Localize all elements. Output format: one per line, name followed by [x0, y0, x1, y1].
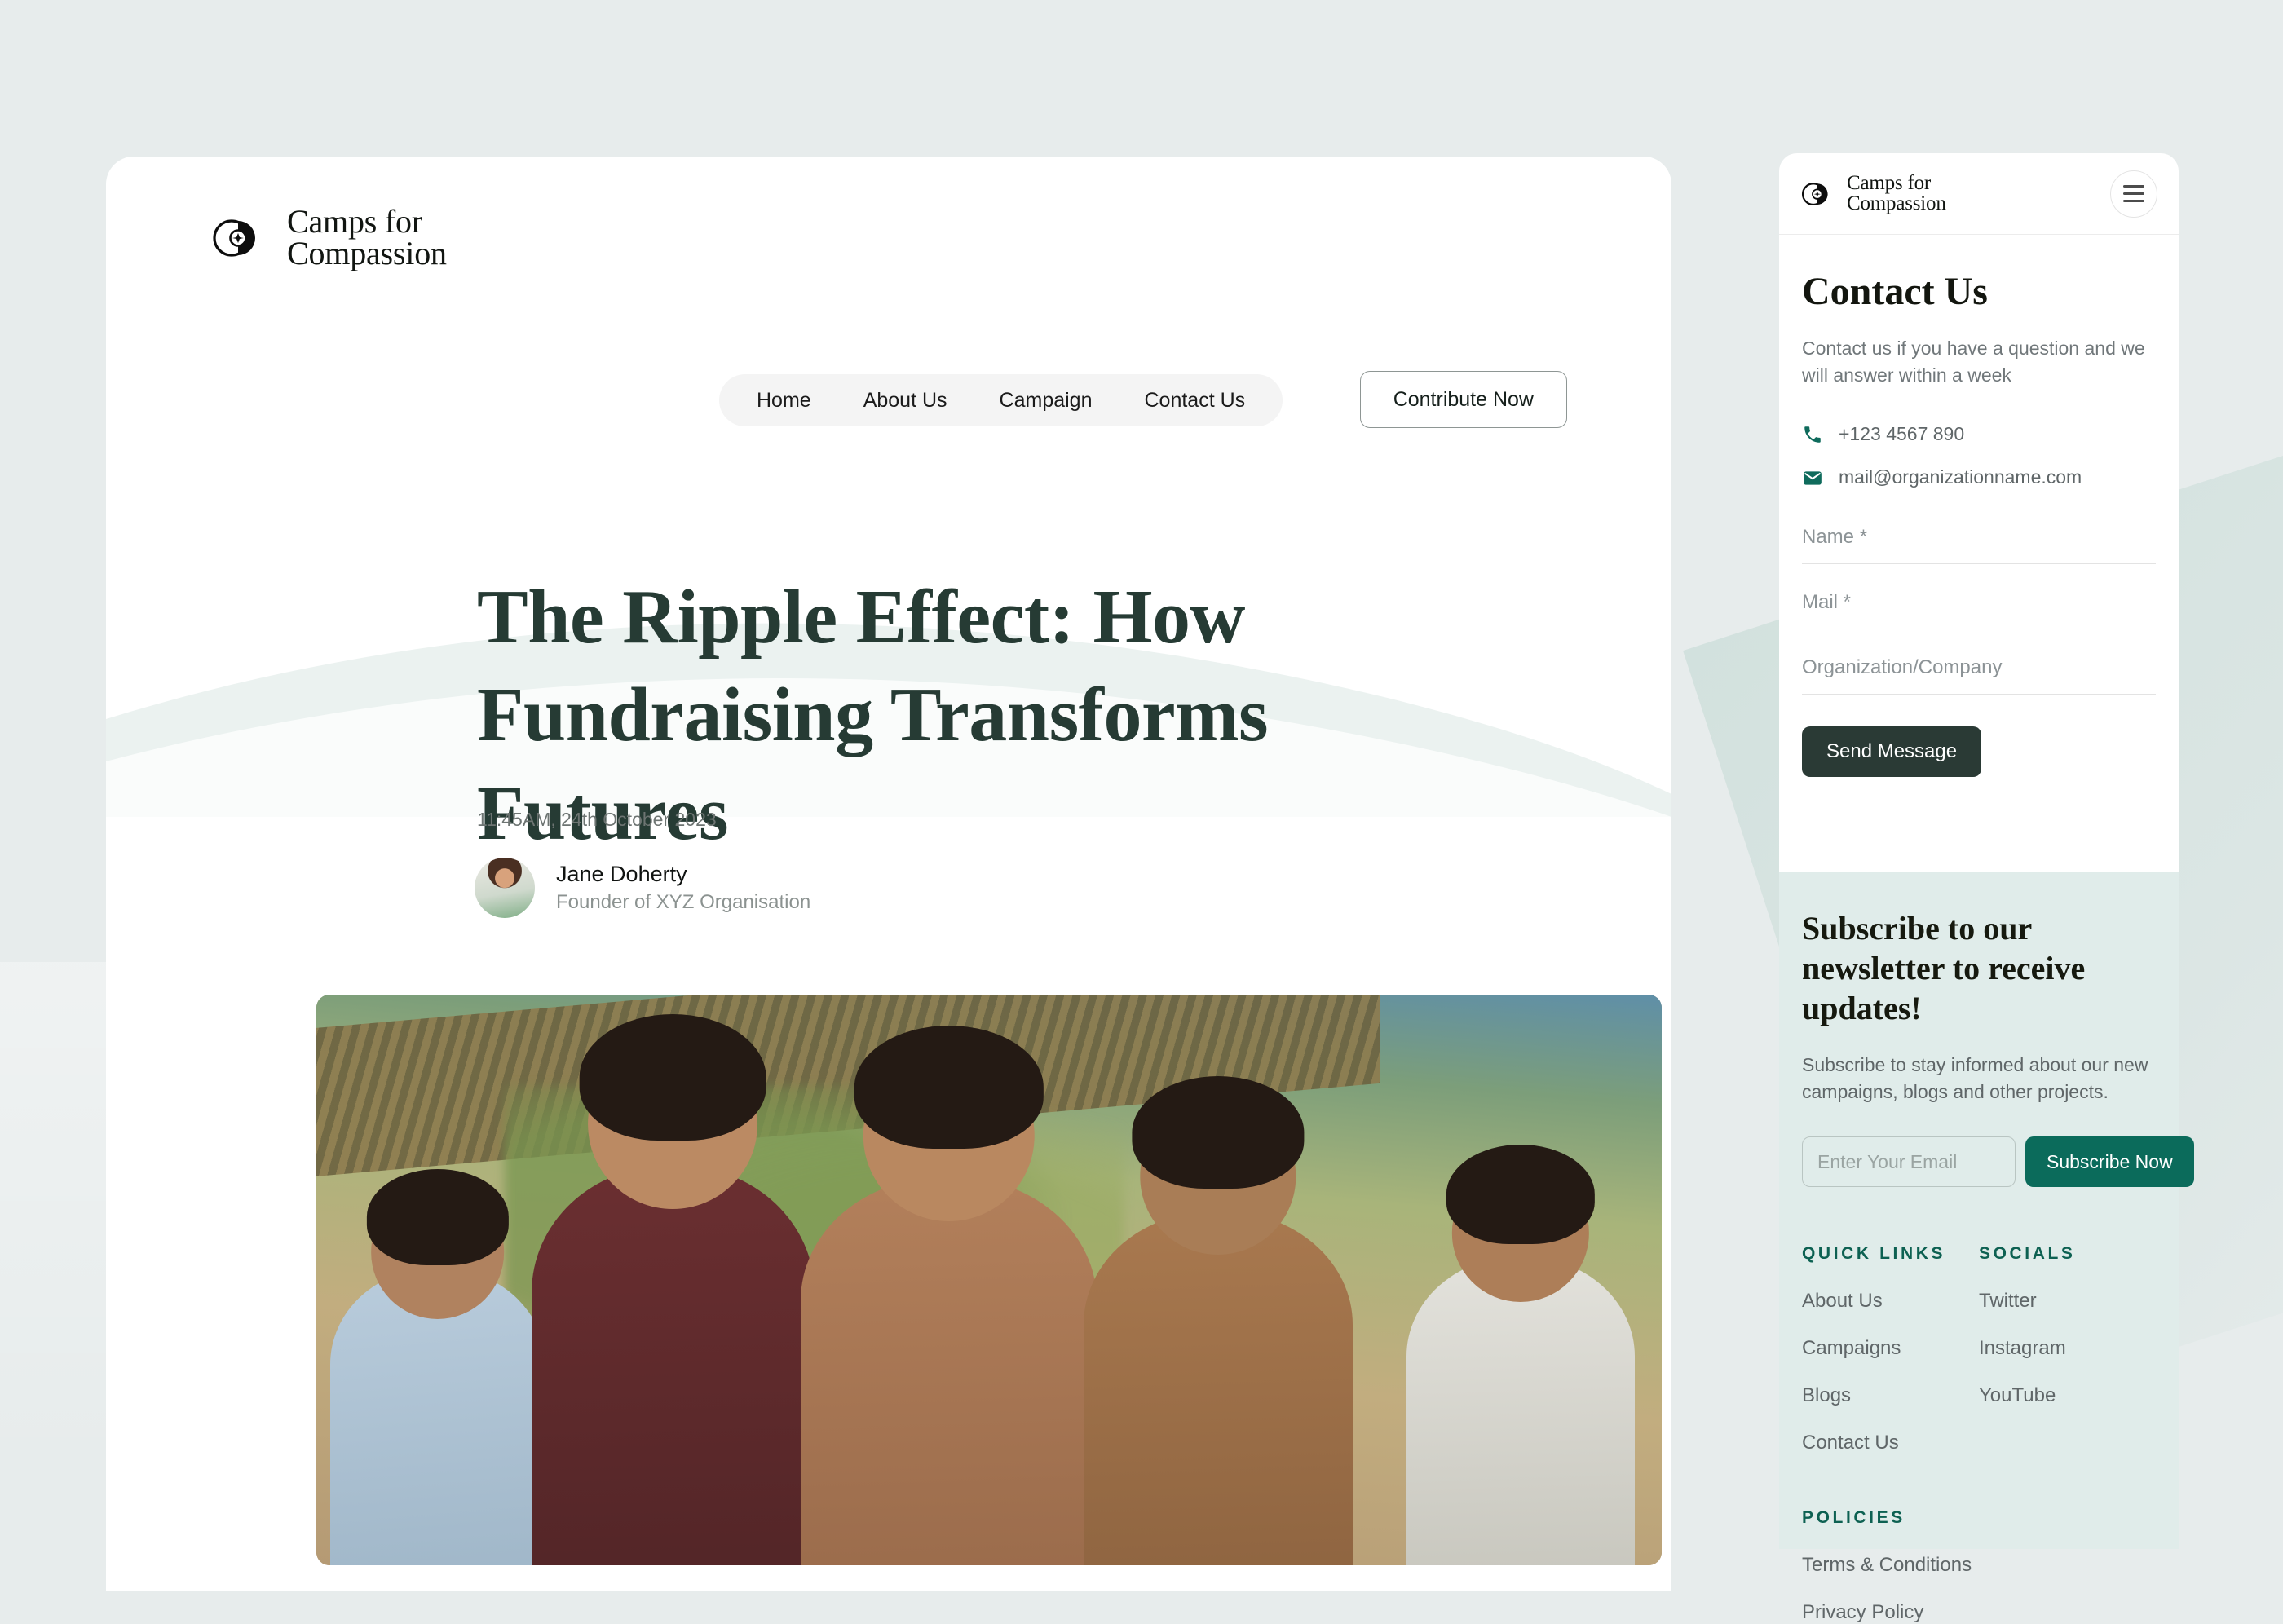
nav-item-about-us[interactable]: About Us — [837, 374, 974, 426]
newsletter-title: Subscribe to our newsletter to receive u… — [1802, 910, 2086, 1027]
brand-logo[interactable]: Camps for Compassion — [210, 203, 447, 271]
footer-link-instagram[interactable]: Instagram — [1979, 1337, 2156, 1360]
newsletter-subtitle: Subscribe to stay informed about our new… — [1802, 1053, 2148, 1102]
socials-heading: SOCIALS — [1979, 1244, 2076, 1264]
contribute-now-button[interactable]: Contribute Now — [1359, 371, 1567, 428]
author-avatar — [475, 858, 535, 918]
contact-email-value: mail@organizationname.com — [1839, 466, 2082, 488]
sidebar-brand-name: Camps for Compassion — [1847, 172, 1946, 214]
nav-pill: Home About Us Campaign Contact Us — [719, 374, 1283, 426]
contact-title: Contact Us — [1802, 270, 1988, 313]
newsletter-form: Subscribe Now — [1802, 1136, 2194, 1188]
sidebar: Camps for Compassion Contact Us Contact … — [1779, 153, 2194, 1623]
brand-name: Camps for Compassion — [287, 203, 447, 271]
footer-link-blogs[interactable]: Blogs — [1802, 1384, 1979, 1407]
footer-link-campaigns[interactable]: Campaigns — [1802, 1337, 1979, 1360]
sidebar-brand-logo[interactable]: Camps for Compassion — [1800, 172, 1946, 214]
article-hero-image — [316, 995, 1662, 1565]
nav-item-campaign[interactable]: Campaign — [974, 374, 1119, 426]
newsletter-panel: Subscribe to our newsletter to receive u… — [1779, 872, 2194, 1623]
socials-column: SOCIALS Twitter Instagram YouTube — [1979, 1244, 2156, 1479]
contact-phone-value: +123 4567 890 — [1839, 423, 1965, 445]
footer-link-twitter[interactable]: Twitter — [1979, 1290, 2156, 1313]
article-card: Camps for Compassion Home About Us Campa… — [106, 157, 1671, 1591]
hamburger-menu-icon[interactable] — [2110, 170, 2157, 218]
overlapping-circles-logo-icon — [1800, 180, 1836, 208]
send-message-button[interactable]: Send Message — [1802, 726, 1982, 778]
footer-link-about-us[interactable]: About Us — [1802, 1290, 1979, 1313]
nav-item-contact-us[interactable]: Contact Us — [1118, 374, 1271, 426]
contact-phone-row[interactable]: +123 4567 890 — [1802, 423, 2156, 445]
policies-column: POLICIES Terms & Conditions Privacy Poli… — [1802, 1508, 2156, 1624]
footer-link-youtube[interactable]: YouTube — [1979, 1384, 2156, 1407]
organization-field[interactable] — [1802, 656, 2156, 695]
contact-form: Send Message — [1802, 526, 2156, 778]
quick-links-heading: QUICK LINKS — [1802, 1244, 1946, 1264]
policies-heading: POLICIES — [1802, 1508, 1905, 1528]
footer-link-contact-us[interactable]: Contact Us — [1802, 1432, 1979, 1454]
quick-links-column: QUICK LINKS About Us Campaigns Blogs Con… — [1802, 1244, 1979, 1479]
author-role: Founder of XYZ Organisation — [556, 891, 811, 914]
author-name: Jane Doherty — [556, 861, 687, 886]
newsletter-email-input[interactable] — [1802, 1136, 2016, 1188]
contact-subtitle: Contact us if you have a question and we… — [1802, 337, 2145, 386]
subscribe-now-button[interactable]: Subscribe Now — [2025, 1136, 2194, 1188]
footer-link-columns: QUICK LINKS About Us Campaigns Blogs Con… — [1802, 1244, 2156, 1479]
article-timestamp: 11:45AM, 24th October 2023 — [477, 809, 717, 830]
phone-icon — [1802, 424, 1823, 445]
name-field[interactable] — [1802, 526, 2156, 565]
top-navigation-bar: Camps for Compassion — [106, 157, 1671, 320]
author-byline: Jane Doherty Founder of XYZ Organisation — [475, 858, 810, 918]
footer-link-terms-conditions[interactable]: Terms & Conditions — [1802, 1554, 2156, 1577]
mail-icon — [1802, 467, 1823, 488]
footer-link-privacy-policy[interactable]: Privacy Policy — [1802, 1601, 2156, 1624]
contact-panel: Camps for Compassion Contact Us Contact … — [1779, 153, 2179, 872]
contact-email-row[interactable]: mail@organizationname.com — [1802, 466, 2156, 488]
email-field[interactable] — [1802, 591, 2156, 630]
overlapping-circles-logo-icon — [210, 215, 269, 261]
sidebar-header: Camps for Compassion — [1779, 153, 2179, 235]
nav-item-home[interactable]: Home — [731, 374, 837, 426]
